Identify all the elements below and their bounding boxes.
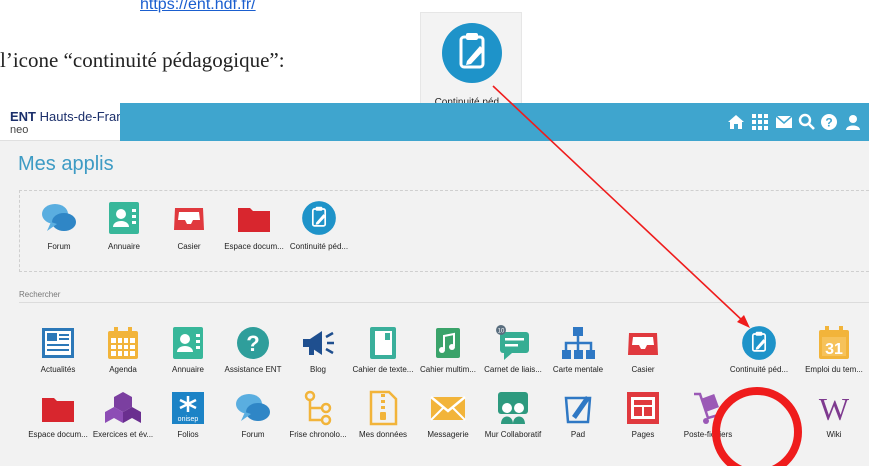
- screenshot: https://ent.hdf.fr/ l’icone “continuité …: [0, 0, 869, 466]
- annotation-arrow: [492, 85, 750, 328]
